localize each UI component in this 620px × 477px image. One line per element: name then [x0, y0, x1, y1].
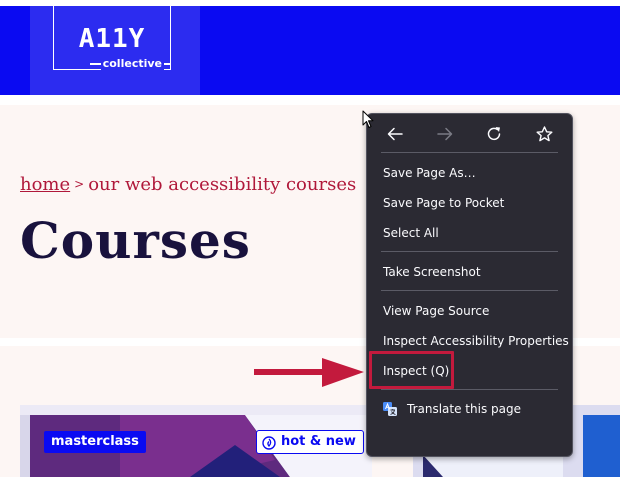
course-card[interactable]: masterclass hot & new [20, 405, 372, 477]
inspect-highlight-box [369, 351, 454, 389]
mouse-cursor-icon [362, 110, 374, 128]
menu-item-select-all[interactable]: Select All [383, 224, 564, 242]
logo-sub-text: collective [100, 57, 164, 70]
menu-separator [381, 152, 558, 153]
menu-item-save-to-pocket[interactable]: Save Page to Pocket [383, 194, 564, 212]
back-button[interactable] [384, 123, 406, 145]
menu-item-translate-page[interactable]: Translate this page [407, 400, 564, 418]
translate-icon [383, 402, 397, 416]
breadcrumb: home > our web accessibility courses [20, 174, 356, 195]
bookmark-button[interactable] [533, 123, 555, 145]
menu-item-save-page-as[interactable]: Save Page As… [383, 164, 564, 182]
forward-button[interactable] [434, 123, 456, 145]
menu-separator [381, 251, 558, 252]
hot-new-badge: hot & new [256, 430, 364, 454]
page-title: Courses [20, 211, 251, 270]
breadcrumb-separator: > [74, 177, 85, 191]
flame-icon [262, 435, 276, 450]
logo: A11Y collective [53, 6, 171, 70]
star-icon [536, 126, 553, 142]
menu-item-take-screenshot[interactable]: Take Screenshot [383, 263, 564, 281]
hot-new-label: hot & new [281, 434, 356, 449]
masterclass-badge: masterclass [44, 431, 146, 453]
menu-separator [381, 290, 558, 291]
menu-separator [381, 389, 558, 390]
reload-icon [487, 127, 501, 141]
arrow-right-icon [437, 127, 453, 141]
arrow-left-icon [387, 127, 403, 141]
site-header: A11Y collective [0, 6, 620, 95]
logo-link[interactable]: A11Y collective [30, 6, 200, 95]
reload-button[interactable] [483, 123, 505, 145]
breadcrumb-home-link[interactable]: home [20, 174, 70, 195]
context-menu-nav [367, 114, 572, 152]
annotation-arrow-icon [254, 358, 364, 387]
logo-main-text: A11Y [78, 24, 146, 54]
menu-item-view-page-source[interactable]: View Page Source [383, 302, 564, 320]
breadcrumb-current: our web accessibility courses [88, 174, 357, 195]
menu-item-inspect-accessibility[interactable]: Inspect Accessibility Properties [383, 332, 569, 350]
browser-context-menu: Save Page As… Save Page to Pocket Select… [366, 113, 573, 457]
